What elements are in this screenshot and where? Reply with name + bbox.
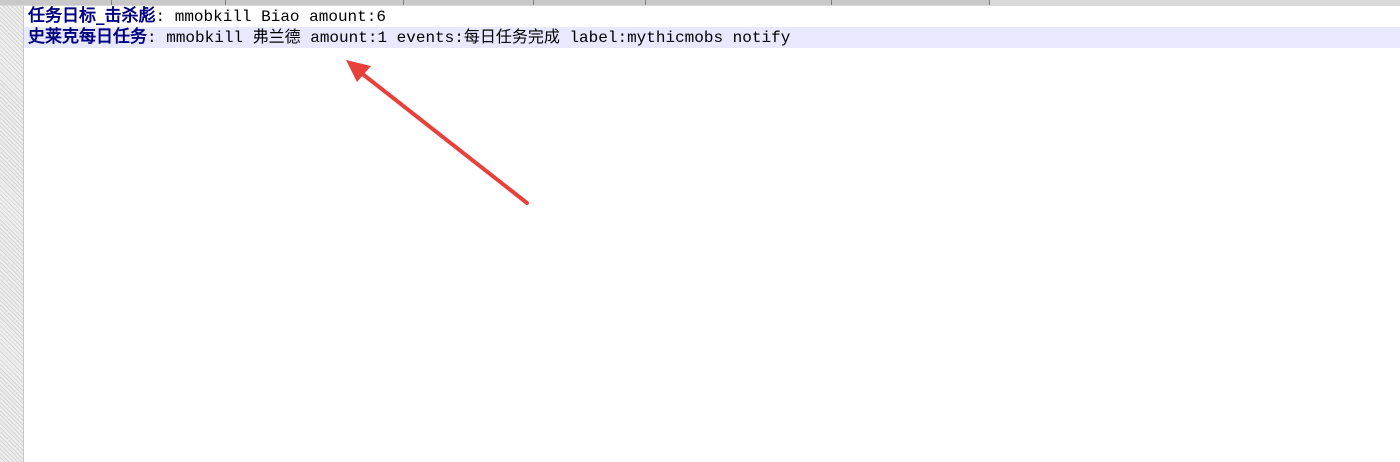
tab[interactable]	[534, 0, 646, 5]
tab[interactable]	[226, 0, 404, 5]
yaml-key: 任务日标_击杀彪	[28, 6, 156, 26]
tab[interactable]	[832, 0, 990, 5]
text-editor-window: 任务日标_击杀彪: mmobkill Biao amount:6 史莱克每日任务…	[0, 0, 1400, 462]
tab[interactable]	[112, 0, 226, 5]
yaml-value: mmobkill 弗兰德 amount:1 events:每日任务完成 labe…	[156, 29, 791, 47]
tab[interactable]	[404, 0, 534, 5]
tab[interactable]	[0, 0, 112, 5]
line-gutter	[0, 6, 24, 462]
yaml-value: mmobkill Biao amount:6	[165, 8, 386, 26]
yaml-separator: :	[155, 8, 166, 26]
editor-text-area[interactable]: 任务日标_击杀彪: mmobkill Biao amount:6 史莱克每日任务…	[24, 6, 1400, 462]
yaml-separator: :	[147, 29, 157, 47]
tab[interactable]	[646, 0, 832, 5]
yaml-key: 史莱克每日任务	[28, 27, 147, 47]
code-line-2-current[interactable]: 史莱克每日任务: mmobkill 弗兰德 amount:1 events:每日…	[24, 27, 1400, 48]
code-line-1[interactable]: 任务日标_击杀彪: mmobkill Biao amount:6	[24, 6, 1400, 27]
